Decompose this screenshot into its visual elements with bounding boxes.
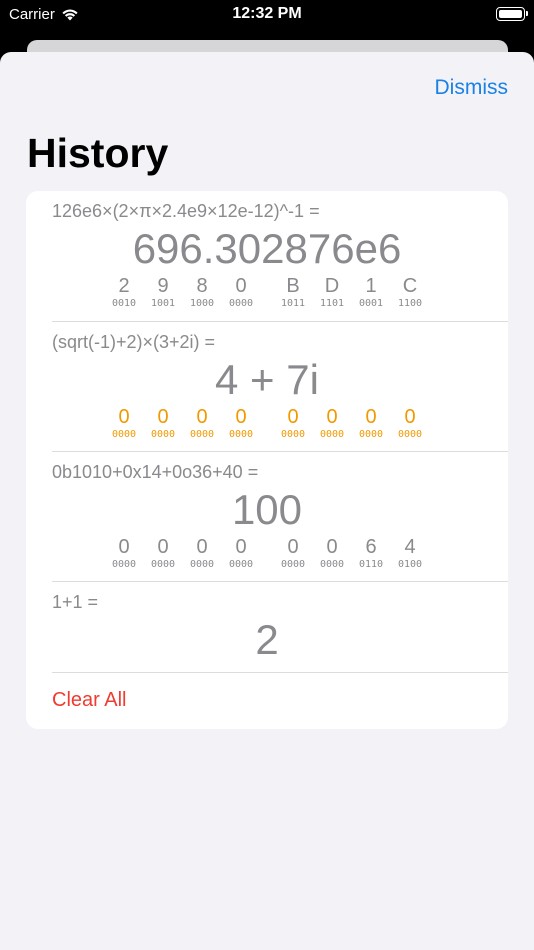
- hex-nibble: 0 0000: [351, 406, 391, 442]
- hex-nibble: 0 0000: [182, 406, 222, 442]
- hex-nibble: 8 1000: [182, 275, 222, 311]
- hex-nibble: C 1100: [390, 275, 430, 311]
- hex-digit: 0: [235, 536, 247, 558]
- hex-nibble: 0 0000: [273, 536, 313, 572]
- binary-digits: 0000: [319, 559, 345, 570]
- binary-digits: 0000: [228, 559, 254, 570]
- hex-nibble: 4 0100: [390, 536, 430, 572]
- hex-digit: 0: [365, 406, 377, 428]
- binary-digits: 0000: [228, 298, 254, 309]
- hex-nibble: 0 0000: [182, 536, 222, 572]
- hex-digit: 4: [404, 536, 416, 558]
- hex-nibble: 9 1001: [143, 275, 183, 311]
- entry-expression: 1+1 =: [52, 592, 99, 612]
- binary-digits: 1100: [397, 298, 423, 309]
- binary-digits: 0000: [150, 559, 176, 570]
- binary-digits: 0000: [150, 429, 176, 440]
- battery-fill: [499, 10, 522, 18]
- hex-digit: 8: [196, 275, 208, 297]
- entry-result: 4 + 7i: [215, 356, 319, 403]
- entry-expression: 0b1010+0x14+0o36+40 =: [52, 462, 259, 482]
- binary-digits: 0000: [280, 559, 306, 570]
- binary-digits: 0100: [397, 559, 423, 570]
- hex-nibble: 0 0000: [312, 406, 352, 442]
- hex-nibble: B 1011: [273, 275, 313, 311]
- history-entry[interactable]: 126e6×(2×π×2.4e9×12e-12)^-1 = 696.302876…: [26, 191, 508, 322]
- clear-all-button[interactable]: Clear All: [52, 689, 126, 712]
- hex-digit: 0: [157, 536, 169, 558]
- hex-nibble: 0 0000: [221, 275, 261, 311]
- binary-digits: 0000: [280, 429, 306, 440]
- hex-digit: 0: [235, 275, 247, 297]
- hex-digit: 0: [196, 406, 208, 428]
- hex-nibble: 0 0000: [221, 406, 261, 442]
- binary-digits: 0000: [397, 429, 423, 440]
- entry-expression: (sqrt(-1)+2)×(3+2i) =: [52, 332, 216, 352]
- hex-digit: 0: [287, 536, 299, 558]
- entry-result: 2: [255, 616, 279, 663]
- hex-nibble: D 1101: [312, 275, 352, 311]
- divider: [52, 672, 508, 673]
- hex-nibble: 0 0000: [104, 406, 144, 442]
- hex-nibbles: 2 0010 9 1001 8 1000 0 0000 B 1011 D 1101 1 0001 C 1100: [26, 275, 508, 315]
- history-list: 126e6×(2×π×2.4e9×12e-12)^-1 = 696.302876…: [26, 191, 508, 729]
- binary-digits: 0000: [111, 559, 137, 570]
- battery-icon: [496, 7, 528, 21]
- binary-digits: 0000: [228, 429, 254, 440]
- hex-digit: B: [286, 275, 300, 297]
- entry-result: 100: [231, 486, 303, 533]
- hex-digit: 0: [326, 536, 338, 558]
- binary-digits: 0000: [189, 559, 215, 570]
- hex-digit: 6: [365, 536, 377, 558]
- hex-digit: 0: [326, 406, 338, 428]
- hex-nibble: 2 0010: [104, 275, 144, 311]
- binary-digits: 0000: [319, 429, 345, 440]
- hex-digit: 0: [118, 406, 130, 428]
- history-sheet: Dismiss History 126e6×(2×π×2.4e9×12e-12)…: [0, 52, 534, 950]
- hex-digit: 0: [196, 536, 208, 558]
- binary-digits: 1101: [319, 298, 345, 309]
- hex-nibble: 0 0000: [221, 536, 261, 572]
- status-time: 12:32 PM: [232, 5, 302, 22]
- binary-digits: 0010: [111, 298, 137, 309]
- binary-digits: 1001: [150, 298, 176, 309]
- history-entry[interactable]: 1+1 = 2: [26, 582, 508, 673]
- hex-digit: 0: [118, 536, 130, 558]
- hex-nibble: 6 0110: [351, 536, 391, 572]
- binary-digits: 1011: [280, 298, 306, 309]
- binary-digits: 0000: [189, 429, 215, 440]
- page-title: History: [27, 130, 169, 176]
- binary-digits: 1000: [189, 298, 215, 309]
- hex-nibble: 1 0001: [351, 275, 391, 311]
- hex-nibble: 0 0000: [143, 406, 183, 442]
- binary-digits: 0000: [358, 429, 384, 440]
- status-bar: Carrier 12:32 PM: [0, 0, 534, 30]
- dismiss-button[interactable]: Dismiss: [435, 76, 509, 100]
- hex-nibble: 0 0000: [312, 536, 352, 572]
- history-entry[interactable]: (sqrt(-1)+2)×(3+2i) = 4 + 7i 0 0000 0 0000 0…: [26, 322, 508, 452]
- hex-digit: 0: [404, 406, 416, 428]
- hex-nibble: 0 0000: [143, 536, 183, 572]
- hex-nibbles: 0 0000 0 0000 0 0000 0 0000 0 0000 0 0000 0 0000 0 0000: [26, 406, 508, 446]
- binary-digits: 0110: [358, 559, 384, 570]
- hex-nibble: 0 0000: [273, 406, 313, 442]
- hex-nibbles: 0 0000 0 0000 0 0000 0 0000 0 0000 0 0000 6 0110 4 0100: [26, 536, 508, 576]
- binary-digits: 0000: [111, 429, 137, 440]
- hex-digit: 0: [235, 406, 247, 428]
- hex-digit: C: [402, 275, 418, 297]
- hex-digit: D: [324, 275, 340, 297]
- binary-digits: 0001: [358, 298, 384, 309]
- hex-digit: 1: [365, 275, 377, 297]
- hex-digit: 2: [118, 275, 130, 297]
- entry-result: 696.302876e6: [132, 225, 402, 272]
- history-entry[interactable]: 0b1010+0x14+0o36+40 = 100 0 0000 0 0000 0 000…: [26, 452, 508, 582]
- hex-nibble: 0 0000: [390, 406, 430, 442]
- hex-digit: 0: [287, 406, 299, 428]
- entry-expression: 126e6×(2×π×2.4e9×12e-12)^-1 =: [52, 201, 320, 221]
- hex-digit: 0: [157, 406, 169, 428]
- hex-digit: 9: [157, 275, 169, 297]
- hex-nibble: 0 0000: [104, 536, 144, 572]
